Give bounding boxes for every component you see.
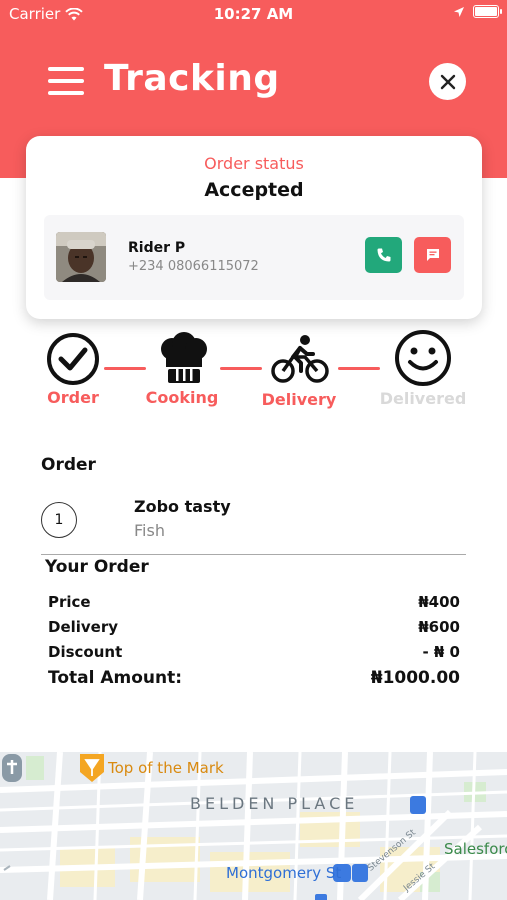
rider-name: Rider P bbox=[128, 240, 186, 256]
page-title: Tracking bbox=[104, 58, 280, 99]
close-button[interactable] bbox=[429, 63, 466, 100]
price-label: Price bbox=[48, 593, 91, 611]
status-bar: Carrier 10:27 AM bbox=[0, 0, 507, 30]
chef-hat-icon bbox=[156, 331, 212, 391]
smiley-icon bbox=[394, 329, 452, 391]
location-arrow-icon bbox=[454, 6, 464, 17]
tracking-screen: Carrier 10:27 AM Tracking Order status A… bbox=[0, 0, 507, 900]
map-label-salesforce: Salesforc bbox=[444, 840, 507, 858]
status-right bbox=[453, 5, 502, 18]
discount-value: - ₦ 0 bbox=[422, 643, 460, 661]
message-rider-button[interactable] bbox=[414, 237, 451, 273]
delivery-label: Delivery bbox=[48, 618, 119, 636]
divider bbox=[41, 554, 466, 555]
chat-icon bbox=[426, 249, 439, 261]
check-circle-icon bbox=[45, 331, 101, 391]
discount-label: Discount bbox=[48, 643, 123, 661]
close-icon bbox=[440, 74, 455, 89]
delivery-value: ₦600 bbox=[418, 618, 460, 636]
phone-icon bbox=[377, 248, 390, 262]
item-description: Fish bbox=[134, 521, 165, 540]
delivery-map[interactable]: Top of the Mark BELDEN PLACE Montgomery … bbox=[0, 752, 507, 900]
call-rider-button[interactable] bbox=[365, 237, 402, 273]
your-order-title: Your Order bbox=[45, 557, 149, 577]
bicycle-icon bbox=[271, 331, 329, 391]
order-status-card: Order status Accepted Rider P +234 08066… bbox=[26, 136, 482, 319]
step-label-delivered: Delivered bbox=[379, 389, 467, 408]
order-status-label: Order status bbox=[204, 154, 304, 173]
progress-steps: Order Cooking Delivery Delivered bbox=[0, 326, 507, 416]
step-label-cooking: Cooking bbox=[145, 388, 219, 407]
price-value: ₦400 bbox=[418, 593, 460, 611]
rider-avatar bbox=[56, 232, 106, 282]
rider-phone: +234 08066115072 bbox=[128, 259, 259, 274]
step-label-order: Order bbox=[47, 388, 99, 407]
rider-info: Rider P +234 08066115072 bbox=[44, 215, 464, 300]
menu-icon-bar bbox=[48, 67, 84, 71]
total-value: ₦1000.00 bbox=[370, 668, 460, 688]
step-label-delivery: Delivery bbox=[261, 390, 337, 409]
map-label-belden-place: BELDEN PLACE bbox=[190, 794, 359, 813]
battery-icon bbox=[473, 5, 502, 18]
order-status-value: Accepted bbox=[204, 179, 304, 201]
clock: 10:27 AM bbox=[213, 5, 294, 23]
discount-row: Discount - ₦ 0 bbox=[48, 643, 460, 661]
price-row: Price ₦400 bbox=[48, 593, 460, 611]
item-name: Zobo tasty bbox=[134, 497, 231, 516]
order-section-title: Order bbox=[41, 455, 96, 475]
step-connector bbox=[338, 367, 380, 370]
total-label: Total Amount: bbox=[48, 668, 183, 688]
item-quantity-badge: 1 bbox=[41, 502, 77, 538]
menu-button[interactable] bbox=[48, 67, 84, 95]
menu-icon-bar bbox=[48, 79, 84, 83]
map-label-top-of-mark: Top of the Mark bbox=[108, 759, 224, 777]
menu-icon-bar bbox=[48, 91, 84, 95]
delivery-row: Delivery ₦600 bbox=[48, 618, 460, 636]
map-label-montgomery: Montgomery St bbox=[226, 864, 342, 882]
total-row: Total Amount: ₦1000.00 bbox=[48, 668, 460, 688]
step-connector bbox=[220, 367, 262, 370]
step-connector bbox=[104, 367, 146, 370]
